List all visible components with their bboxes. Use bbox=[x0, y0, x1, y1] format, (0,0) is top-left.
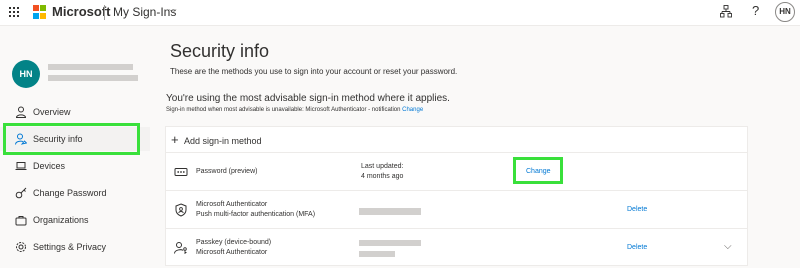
authenticator-icon bbox=[175, 203, 187, 217]
last-updated-label: Last updated: bbox=[361, 163, 404, 170]
method-name: Password (preview) bbox=[196, 168, 258, 175]
nav-item-settings-privacy[interactable]: Settings & Privacy bbox=[0, 235, 150, 259]
person-icon bbox=[15, 106, 27, 118]
title-divider bbox=[104, 5, 105, 20]
method-row-passkey: Passkey (device-bound) Microsoft Authent… bbox=[166, 229, 747, 267]
app-title[interactable]: My Sign-Ins bbox=[113, 5, 176, 19]
delete-passkey-link[interactable]: Delete bbox=[627, 244, 647, 251]
password-icon bbox=[174, 168, 188, 176]
nav-item-overview[interactable]: Overview bbox=[0, 100, 150, 124]
redacted-device-info bbox=[359, 240, 421, 246]
change-button-highlight bbox=[513, 157, 563, 184]
page-title: Security info bbox=[170, 41, 270, 61]
chevron-down-icon[interactable]: ⌵ bbox=[724, 241, 732, 252]
redacted-user-email bbox=[48, 75, 138, 81]
account-avatar[interactable]: HN bbox=[775, 2, 795, 22]
nav-item-label: Change Password bbox=[33, 188, 107, 198]
method-name: Microsoft Authenticator bbox=[196, 201, 268, 208]
method-name: Passkey (device-bound) bbox=[196, 239, 272, 246]
last-updated-value: 4 months ago bbox=[361, 173, 404, 180]
help-icon[interactable]: ? bbox=[752, 3, 759, 18]
redacted-device-info bbox=[359, 251, 395, 257]
nav-item-label: Overview bbox=[33, 107, 71, 117]
app-launcher-icon[interactable] bbox=[9, 7, 19, 17]
nav-item-label: Organizations bbox=[33, 215, 89, 225]
briefcase-icon bbox=[15, 216, 27, 226]
method-row-password: Password (preview) Last updated: 4 month… bbox=[166, 153, 747, 191]
delete-authenticator-link[interactable]: Delete bbox=[627, 206, 647, 213]
add-sign-in-method-label: Add sign-in method bbox=[184, 136, 262, 146]
user-avatar: HN bbox=[12, 60, 40, 88]
chevron-down-icon[interactable]: ⌵ bbox=[169, 5, 177, 16]
organization-icon[interactable] bbox=[720, 5, 732, 18]
security-info-highlight bbox=[3, 123, 140, 155]
redacted-user-name bbox=[48, 64, 133, 70]
default-method-text: Sign-in method when most advisable is un… bbox=[166, 107, 401, 113]
method-detail: Microsoft Authenticator bbox=[196, 249, 268, 256]
method-detail: Push multi-factor authentication (MFA) bbox=[196, 211, 316, 218]
nav-item-label: Settings & Privacy bbox=[33, 242, 107, 252]
methods-card: + Add sign-in method Password (preview) … bbox=[165, 126, 748, 266]
nav-item-devices[interactable]: Devices bbox=[0, 154, 150, 178]
brand-name: Microsoft bbox=[52, 4, 111, 19]
nav-item-label: Devices bbox=[33, 161, 66, 171]
redacted-device-info bbox=[359, 208, 421, 215]
top-bar: Microsoft My Sign-Ins ⌵ ? HN bbox=[0, 0, 800, 26]
key-icon bbox=[15, 187, 27, 199]
passkey-icon bbox=[174, 242, 187, 254]
default-method-line: Sign-in method when most advisable is un… bbox=[166, 107, 423, 113]
nav-item-organizations[interactable]: Organizations bbox=[0, 208, 150, 232]
advisable-method-text: You're using the most advisable sign-in … bbox=[166, 93, 450, 104]
method-row-authenticator: Microsoft Authenticator Push multi-facto… bbox=[166, 191, 747, 229]
microsoft-logo bbox=[33, 5, 47, 19]
nav-item-change-password[interactable]: Change Password bbox=[0, 181, 150, 205]
plus-icon: + bbox=[171, 132, 179, 147]
default-method-change-link[interactable]: Change bbox=[402, 107, 423, 113]
page-subtitle: These are the methods you use to sign in… bbox=[170, 67, 458, 76]
gear-icon bbox=[16, 242, 26, 252]
add-sign-in-method-button[interactable]: + Add sign-in method bbox=[166, 127, 747, 153]
laptop-icon bbox=[15, 162, 27, 170]
